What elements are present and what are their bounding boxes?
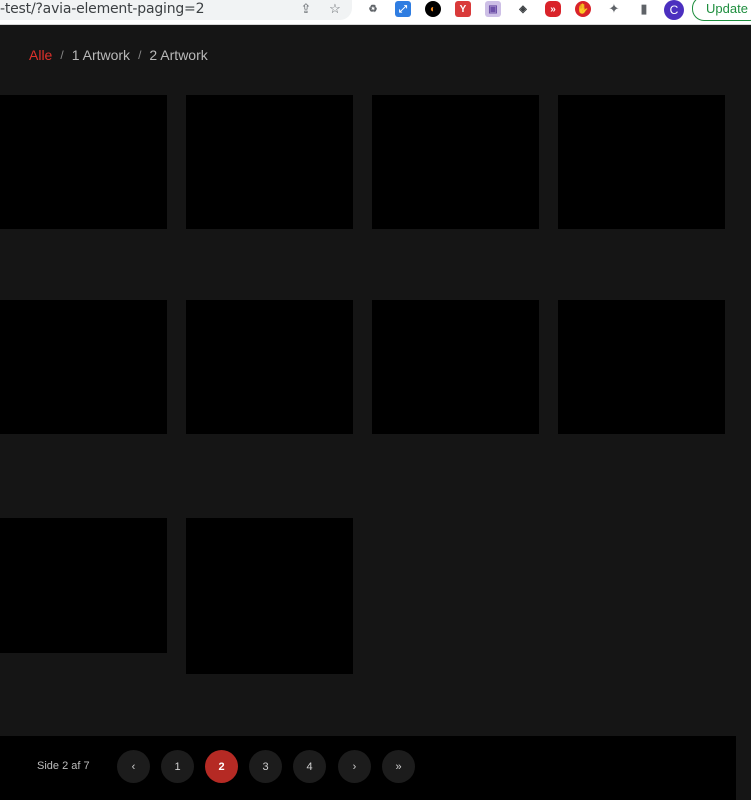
page-3-button[interactable]: 3 xyxy=(249,750,282,783)
share-icon[interactable]: ⇪ xyxy=(298,1,314,17)
filter-1-artwork[interactable]: 1 Artwork xyxy=(72,47,130,63)
orange-moon-extension-icon[interactable]: ◐ xyxy=(425,1,441,17)
artwork-tile[interactable] xyxy=(0,518,167,653)
pagination-bar: Side 2 af 7 ‹ 1 2 3 4 › » xyxy=(0,736,736,800)
url-text: -test/?avia-element-paging=2 xyxy=(0,1,205,17)
expand-extension-icon[interactable]: ⤢ xyxy=(395,1,411,17)
last-page-button[interactable]: » xyxy=(382,750,415,783)
robot-extension-icon[interactable]: ▣ xyxy=(485,1,501,17)
artwork-tile[interactable] xyxy=(186,300,353,434)
extensions-puzzle-icon[interactable]: ✦ xyxy=(606,1,622,17)
filter-separator: / xyxy=(138,48,142,62)
page-4-button[interactable]: 4 xyxy=(293,750,326,783)
artwork-tile[interactable] xyxy=(558,300,725,434)
stop-hand-extension-icon[interactable]: ✋ xyxy=(575,1,591,17)
recycle-extension-icon[interactable]: ♻ xyxy=(365,1,381,17)
filter-all[interactable]: Alle xyxy=(29,47,52,63)
artwork-tile[interactable] xyxy=(558,95,725,229)
filter-2-artwork[interactable]: 2 Artwork xyxy=(149,47,207,63)
browser-toolbar: -test/?avia-element-paging=2 ⇪ ☆ ♻ ⤢ ◐ Y… xyxy=(0,0,751,25)
page-1-button[interactable]: 1 xyxy=(161,750,194,783)
artwork-tile[interactable] xyxy=(186,518,353,674)
profile-avatar[interactable]: C xyxy=(664,0,684,20)
filter-separator: / xyxy=(60,48,64,62)
page-info: Side 2 af 7 xyxy=(37,760,90,772)
prev-page-button[interactable]: ‹ xyxy=(117,750,150,783)
tag-extension-icon[interactable]: ◈ xyxy=(515,1,531,17)
side-panel-icon[interactable]: ▮ xyxy=(636,1,652,17)
yoast-extension-icon[interactable]: Y xyxy=(455,1,471,17)
artwork-tile[interactable] xyxy=(186,95,353,229)
portfolio-filter: Alle / 1 Artwork / 2 Artwork xyxy=(29,47,208,63)
artwork-tile[interactable] xyxy=(372,95,539,229)
artwork-tile[interactable] xyxy=(0,95,167,229)
next-page-button[interactable]: › xyxy=(338,750,371,783)
update-button[interactable]: Update xyxy=(692,0,751,21)
bookmark-star-icon[interactable]: ☆ xyxy=(327,1,343,17)
artwork-tile[interactable] xyxy=(372,300,539,434)
page-2-button-current[interactable]: 2 xyxy=(205,750,238,783)
artwork-tile[interactable] xyxy=(0,300,167,434)
fast-forward-extension-icon[interactable]: » xyxy=(545,1,561,17)
